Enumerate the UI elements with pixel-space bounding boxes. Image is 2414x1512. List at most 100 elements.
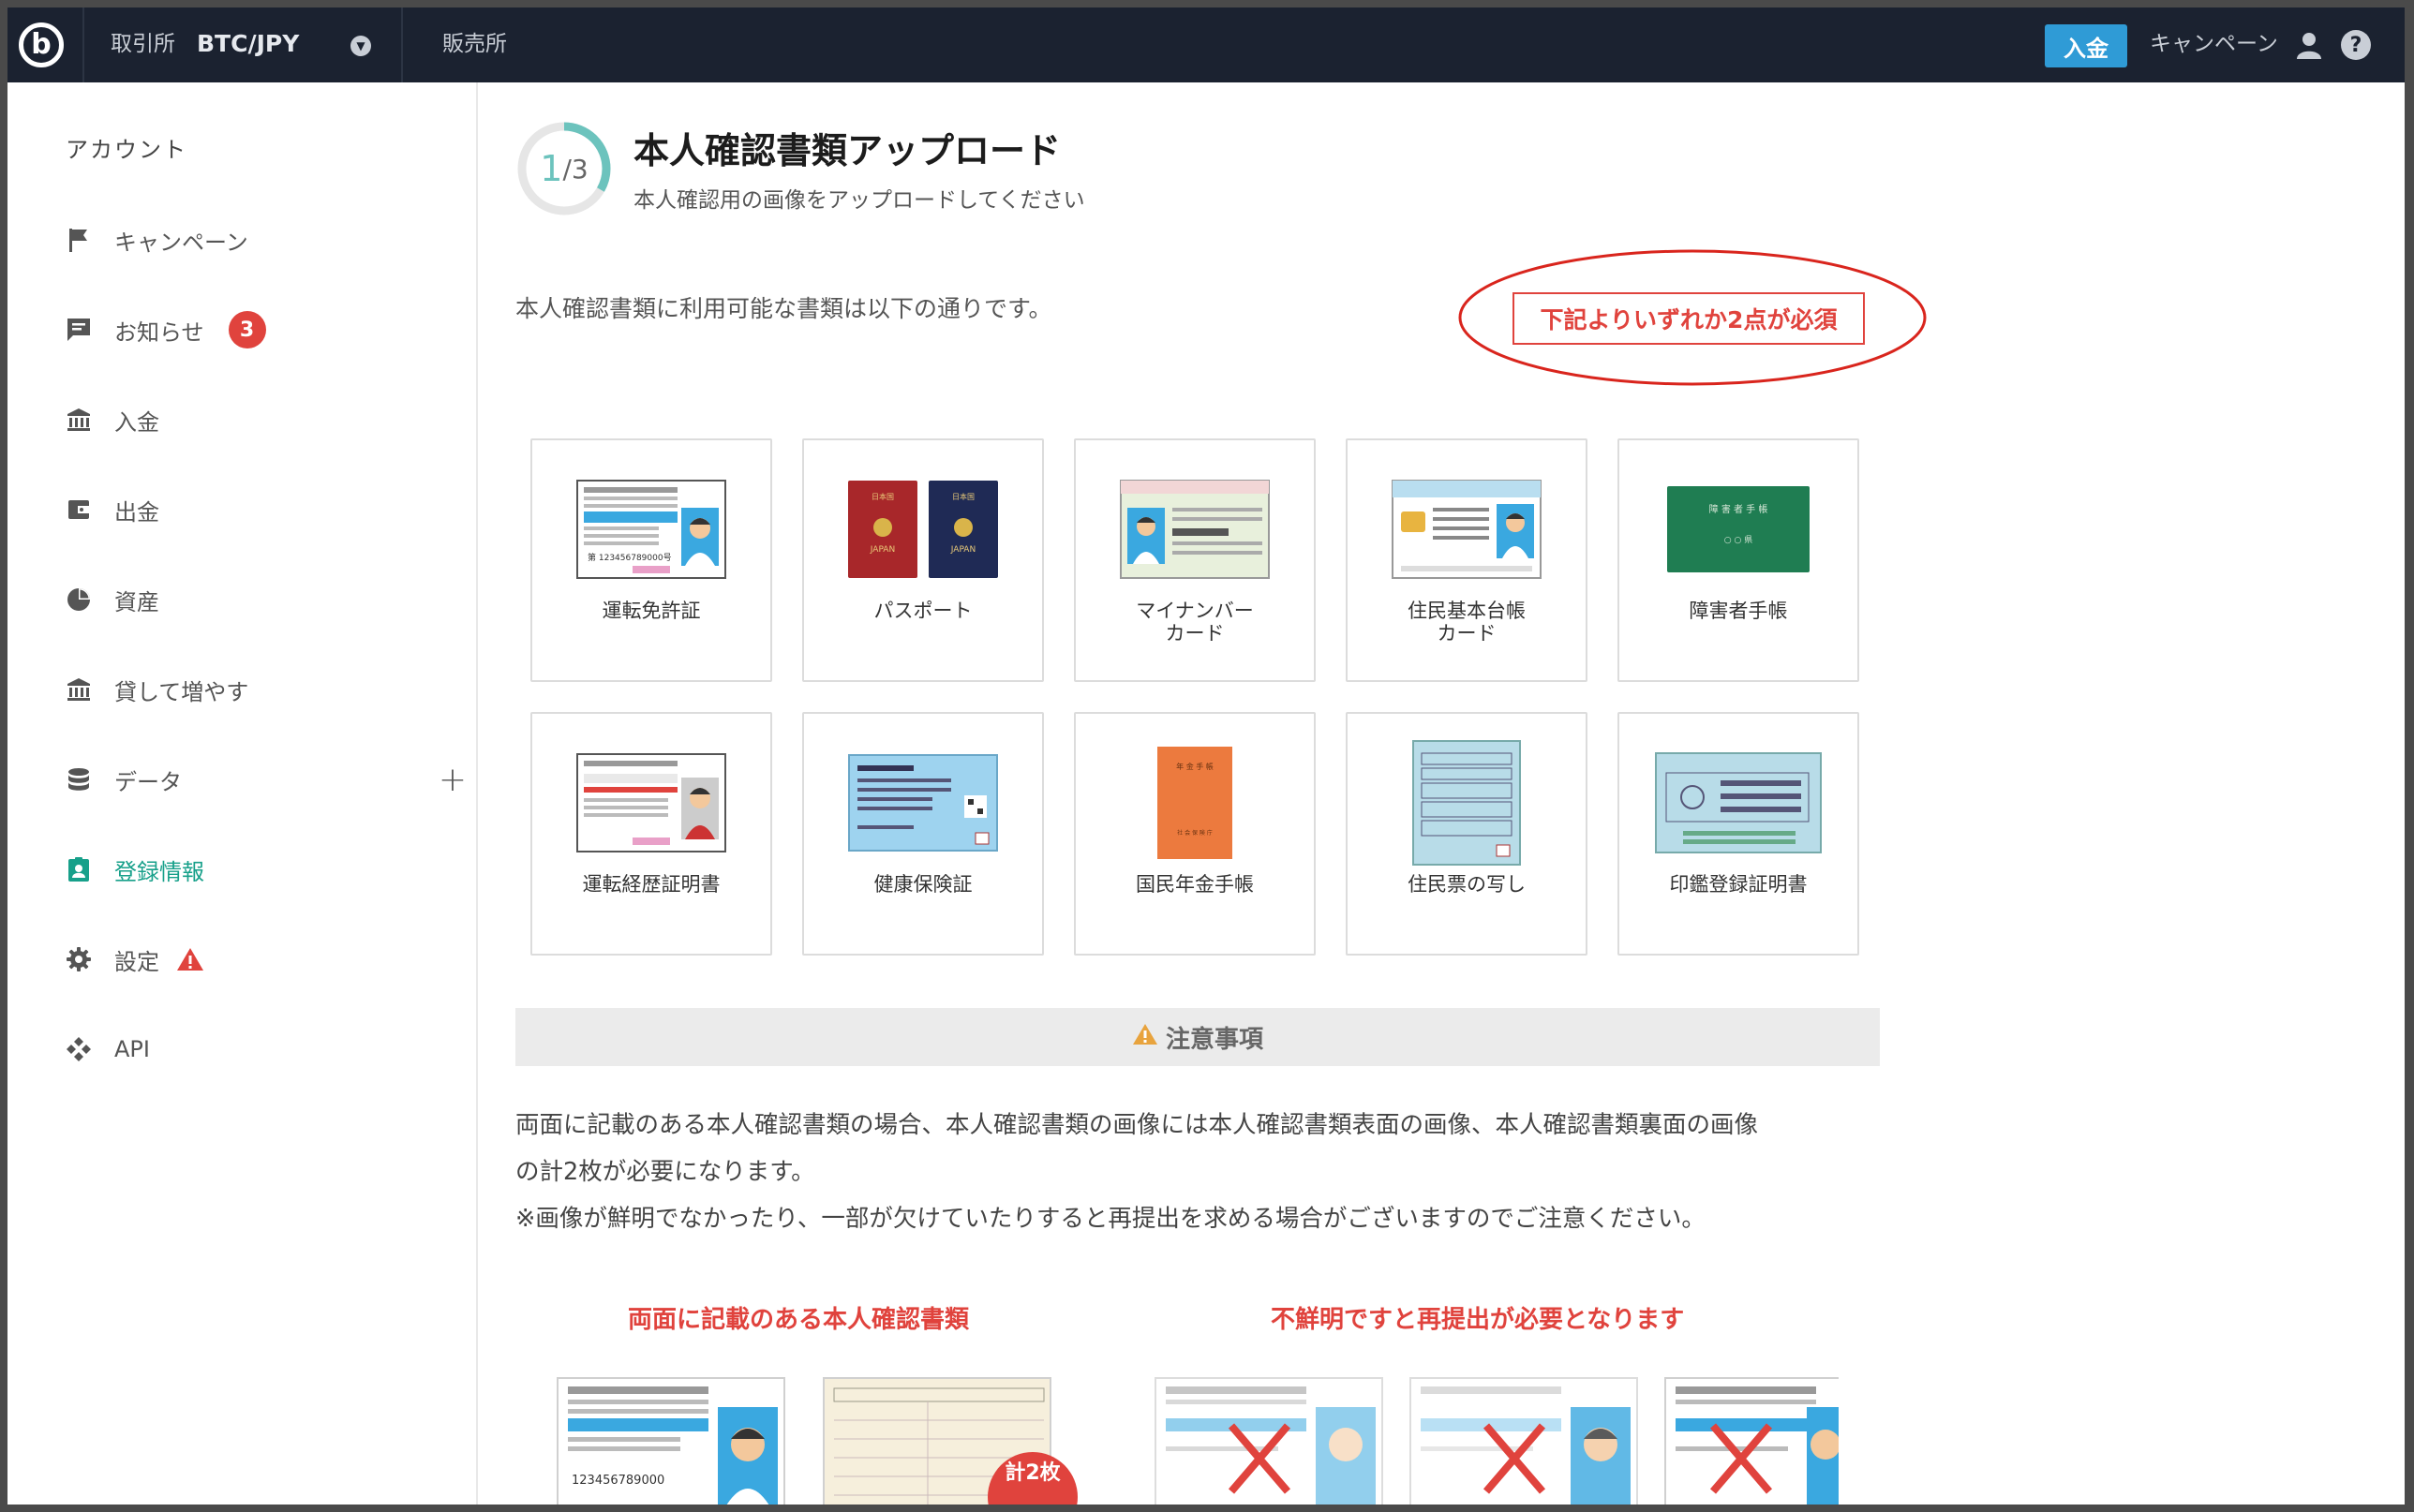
juki-card-icon	[1348, 478, 1586, 581]
driving-history-icon	[532, 751, 770, 854]
sidebar: アカウント キャンペーン お知らせ 3 入金 出金 資産 貸して増やす データ …	[7, 82, 478, 1505]
notice-line: ※画像が鮮明でなかったり、一部が欠けていたりすると再提出を求める場合がございます…	[515, 1205, 1706, 1233]
example-license-front: 123456789000	[557, 1377, 785, 1505]
sidebar-heading: アカウント	[66, 137, 187, 163]
step-current: 1	[540, 148, 563, 189]
svg-text:障 害 者 手 帳: 障 害 者 手 帳	[1709, 503, 1768, 515]
notice-body: 両面に記載のある本人確認書類の場合、本人確認書類の画像には本人確認書類表面の画像…	[515, 1102, 1902, 1242]
expand-plus-icon[interactable]: +	[439, 761, 467, 799]
message-icon	[64, 315, 94, 345]
pair-selector[interactable]: BTC/JPY	[197, 28, 299, 60]
flag-icon	[64, 225, 94, 255]
sidebar-item-campaign[interactable]: キャンペーン	[64, 219, 467, 260]
svg-text:JAPAN: JAPAN	[870, 545, 895, 555]
sidebar-item-label: 登録情報	[114, 858, 204, 885]
sidebar-item-deposit[interactable]: 入金	[64, 399, 467, 440]
sidebar-item-label: 入金	[114, 408, 159, 436]
doc-label: 運転経歴証明書	[582, 873, 721, 896]
doc-card-residence-certificate[interactable]: 住民票の写し	[1346, 712, 1587, 956]
notification-badge: 3	[228, 311, 266, 348]
svg-text:年 金 手 帳: 年 金 手 帳	[1176, 762, 1214, 771]
doc-label: 健康保険証	[873, 873, 973, 896]
help-icon[interactable]: ?	[2341, 30, 2371, 60]
doc-card-pension-book[interactable]: 年 金 手 帳社 会 保 険 庁 国民年金手帳	[1074, 712, 1316, 956]
doc-card-seal-certificate[interactable]: 印鑑登録証明書	[1617, 712, 1859, 956]
passport-icon: 日本国 日本国 JAPAN JAPAN	[804, 478, 1042, 581]
example-blurry-2	[1409, 1377, 1638, 1505]
sidebar-item-data[interactable]: データ +	[64, 759, 467, 800]
sidebar-item-news[interactable]: お知らせ 3	[64, 309, 467, 350]
license-number: 123456789000	[572, 1474, 664, 1488]
sidebar-item-label: お知らせ	[114, 319, 204, 346]
divider	[401, 7, 403, 82]
logo-icon[interactable]: b	[19, 22, 64, 67]
sidebar-item-api[interactable]: API	[64, 1029, 467, 1070]
sidebar-item-label: API	[114, 1036, 150, 1062]
svg-text:日本国: 日本国	[952, 492, 975, 501]
mynumber-card-icon	[1076, 478, 1314, 581]
doc-label: 障害者手帳	[1689, 600, 1788, 622]
sidebar-item-registration[interactable]: 登録情報	[64, 849, 467, 890]
doc-card-disability-booklet[interactable]: 障 害 者 手 帳 ○ ○ 県 障害者手帳	[1617, 438, 1859, 682]
svg-text:○ ○ 県: ○ ○ 県	[1724, 535, 1752, 545]
example-cropped	[1664, 1377, 1839, 1505]
sidebar-item-settings[interactable]: 設定	[64, 939, 467, 980]
api-icon	[64, 1034, 94, 1064]
shop-link[interactable]: 販売所	[442, 28, 507, 60]
doc-label: 住民票の写し	[1408, 873, 1526, 896]
pie-chart-icon	[64, 585, 94, 615]
step-total: /3	[562, 153, 589, 185]
sidebar-item-label: データ	[114, 768, 182, 795]
warning-icon	[1132, 1023, 1158, 1052]
main-content: 1/3 本人確認書類アップロード 本人確認用の画像をアップロードしてください 本…	[478, 82, 2405, 1505]
exchange-link[interactable]: 取引所	[111, 28, 175, 60]
notice-line: 両面に記載のある本人確認書類の場合、本人確認書類の画像には本人確認書類表面の画像…	[515, 1111, 1759, 1139]
sidebar-item-label: 資産	[114, 588, 159, 615]
sidebar-item-label: 貸して増やす	[114, 678, 249, 705]
warning-icon	[176, 947, 204, 971]
badge-icon	[64, 854, 94, 884]
sidebar-item-label: 出金	[114, 498, 159, 526]
doc-card-health-insurance[interactable]: 健康保険証	[802, 712, 1044, 956]
deposit-button[interactable]: 入金	[2045, 24, 2127, 67]
doc-label: 国民年金手帳	[1136, 873, 1254, 896]
pension-book-icon: 年 金 手 帳社 会 保 険 庁	[1076, 747, 1314, 859]
notice-line: の計2枚が必要になります。	[515, 1158, 815, 1186]
sidebar-item-label: 設定	[114, 948, 159, 975]
example-right-title: 不鮮明ですと再提出が必要となります	[1271, 1306, 1685, 1334]
requirement-label: 下記よりいずれか2点が必須	[1512, 292, 1865, 345]
chevron-down-icon[interactable]: ▼	[350, 36, 371, 56]
doc-card-drivers-license[interactable]: 第 123456789000号 運転免許証	[530, 438, 772, 682]
doc-label: マイナンバー カード	[1136, 600, 1254, 645]
doc-card-passport[interactable]: 日本国 日本国 JAPAN JAPAN パスポート	[802, 438, 1044, 682]
disability-booklet-icon: 障 害 者 手 帳 ○ ○ 県	[1619, 478, 1857, 581]
doc-card-driving-history[interactable]: 運転経歴証明書	[530, 712, 772, 956]
sidebar-item-label: キャンペーン	[114, 229, 248, 256]
drivers-license-icon: 第 123456789000号	[532, 478, 770, 581]
svg-text:社 会 保 険 庁: 社 会 保 険 庁	[1177, 829, 1213, 837]
sidebar-item-lending[interactable]: 貸して増やす	[64, 669, 467, 710]
doc-label: パスポート	[873, 600, 973, 622]
seal-certificate-icon	[1619, 751, 1857, 854]
doc-label: 印鑑登録証明書	[1669, 873, 1808, 896]
sidebar-item-assets[interactable]: 資産	[64, 579, 467, 620]
database-icon	[64, 764, 94, 794]
doc-card-mynumber[interactable]: マイナンバー カード	[1074, 438, 1316, 682]
step-counter: 1/3	[515, 120, 613, 217]
gear-icon	[64, 944, 94, 974]
campaign-link[interactable]: キャンペーン	[2150, 28, 2278, 60]
intro-text: 本人確認書類に利用可能な書類は以下の通りです。	[515, 295, 1052, 322]
example-left-title: 両面に記載のある本人確認書類	[628, 1306, 970, 1334]
residence-certificate-icon	[1348, 740, 1586, 866]
sidebar-item-withdraw[interactable]: 出金	[64, 489, 467, 530]
bank-icon	[64, 674, 94, 704]
user-icon[interactable]	[2296, 32, 2322, 60]
bank-icon	[64, 405, 94, 435]
doc-card-juki-card[interactable]: 住民基本台帳 カード	[1346, 438, 1587, 682]
notice-title: 注意事項	[1165, 1025, 1263, 1054]
svg-text:日本国: 日本国	[872, 492, 894, 501]
top-navigation-bar: b 取引所 BTC/JPY ▼ 販売所 入金 キャンペーン ?	[7, 7, 2405, 82]
health-insurance-icon	[804, 751, 1042, 854]
doc-label: 住民基本台帳 カード	[1408, 600, 1526, 645]
example-blurry-1	[1155, 1377, 1383, 1505]
